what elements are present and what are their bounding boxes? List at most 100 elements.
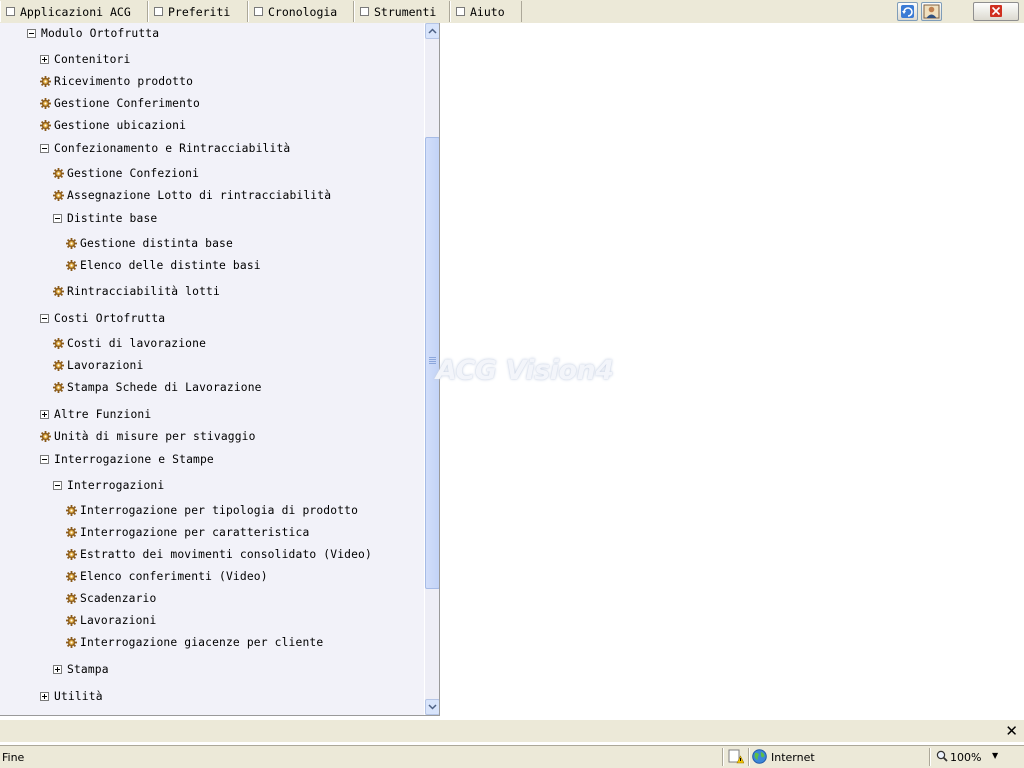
zoom-dropdown-icon[interactable]: ▼	[992, 751, 998, 760]
tree-node-label: Gestione Confezioni	[67, 166, 200, 180]
tree-node-label: Contenitori	[54, 52, 131, 66]
tree-item-gestione-confezioni[interactable]: Gestione Confezioni	[53, 165, 199, 181]
tree-node-label: Rintracciabilità lotti	[67, 284, 220, 298]
tree-item-rintracciabilit-lotti[interactable]: Rintracciabilità lotti	[53, 283, 220, 299]
security-warning-icon[interactable]	[728, 749, 745, 764]
tree-item-ricevimento-prodotto[interactable]: Ricevimento prodotto	[40, 73, 193, 89]
collapse-minus-icon[interactable]	[40, 313, 49, 323]
collapse-minus-icon[interactable]	[40, 454, 49, 464]
tree-node-label: Lavorazioni	[67, 358, 144, 372]
tree-node-label: Costi Ortofrutta	[54, 311, 166, 325]
menu-strumenti[interactable]: Strumenti	[354, 1, 450, 22]
gear-icon	[66, 592, 77, 604]
expand-plus-icon[interactable]	[53, 664, 62, 674]
menu-label: Applicazioni ACG	[20, 4, 131, 19]
user-icon	[923, 4, 940, 19]
collapse-minus-icon[interactable]	[40, 143, 49, 153]
tree-item-unit-di-misure-per-stivaggio[interactable]: Unità di misure per stivaggio	[40, 428, 256, 444]
tree-node-label: Confezionamento e Rintracciabilità	[54, 141, 291, 155]
gear-icon	[66, 548, 77, 560]
gear-icon	[53, 359, 64, 371]
menu-cronologia[interactable]: Cronologia	[248, 1, 354, 22]
security-zone-label[interactable]: Internet	[771, 751, 815, 764]
tree-folder-interrogazione-e-stampe[interactable]: Interrogazione e Stampe	[40, 451, 214, 467]
menu-label: Strumenti	[374, 4, 437, 19]
tree-node-label: Interrogazione giacenze per cliente	[80, 635, 324, 649]
gear-icon	[40, 430, 51, 442]
tree-folder-stampa[interactable]: Stampa	[53, 661, 109, 677]
tree-node-label: Modulo Ortofrutta	[41, 26, 160, 40]
refresh-button[interactable]	[897, 2, 918, 21]
tree-folder-confezionamento-e-rintracciabilit[interactable]: Confezionamento e Rintracciabilità	[40, 140, 290, 156]
notification-close-icon[interactable]: ✕	[1005, 722, 1018, 740]
menu-label: Aiuto	[470, 4, 505, 19]
gear-icon	[40, 97, 51, 109]
menu-label: Preferiti	[168, 4, 231, 19]
tree-item-gestione-conferimento[interactable]: Gestione Conferimento	[40, 95, 200, 111]
checkbox-icon	[456, 7, 465, 16]
notification-bar: ✕	[0, 720, 1024, 742]
gear-icon	[66, 614, 77, 626]
tree-folder-altre-funzioni[interactable]: Altre Funzioni	[40, 406, 151, 422]
checkbox-icon	[154, 7, 163, 16]
zoom-level[interactable]: 100%	[950, 751, 981, 764]
menu-preferiti[interactable]: Preferiti	[148, 1, 248, 22]
tree-node-label: Costi di lavorazione	[67, 336, 207, 350]
tree-item-gestione-ubicazioni[interactable]: Gestione ubicazioni	[40, 117, 186, 133]
collapse-minus-icon[interactable]	[27, 28, 36, 38]
gear-icon	[66, 570, 77, 582]
gear-icon	[40, 75, 51, 87]
tree-node-label: Interrogazione per tipologia di prodotto	[80, 503, 359, 517]
expand-plus-icon[interactable]	[40, 54, 49, 64]
gear-icon	[66, 636, 77, 648]
tree-node-label: Stampa Schede di Lavorazione	[67, 380, 262, 394]
gear-icon	[53, 285, 64, 297]
tree-item-scadenzario[interactable]: Scadenzario	[66, 590, 156, 606]
tree-folder-costi-ortofrutta[interactable]: Costi Ortofrutta	[40, 310, 165, 326]
gear-icon	[66, 237, 77, 249]
menu-bar: Applicazioni ACG Preferiti Cronologia St…	[0, 0, 1024, 23]
menu-aiuto[interactable]: Aiuto	[450, 1, 522, 22]
status-separator	[722, 748, 724, 766]
tree-node-label: Altre Funzioni	[54, 407, 152, 421]
tree-item-stampa-schede-di-lavorazione[interactable]: Stampa Schede di Lavorazione	[53, 379, 262, 395]
expand-plus-icon[interactable]	[40, 691, 49, 701]
tree-node-label: Lavorazioni	[80, 613, 157, 627]
tree-node-label: Utilità	[54, 689, 103, 703]
tree-folder-modulo-ortofrutta[interactable]: Modulo Ortofrutta	[27, 25, 159, 41]
tree-item-lavorazioni[interactable]: Lavorazioni	[53, 357, 143, 373]
tree-folder-utilit[interactable]: Utilità	[40, 688, 103, 704]
tree-node-label: Interrogazioni	[67, 478, 165, 492]
tree-item-lavorazioni[interactable]: Lavorazioni	[66, 612, 156, 628]
tree-item-interrogazione-giacenze-per-cliente[interactable]: Interrogazione giacenze per cliente	[66, 634, 323, 650]
scroll-up-button[interactable]	[425, 23, 440, 39]
gear-icon	[53, 189, 64, 201]
status-separator	[929, 748, 931, 766]
tree-item-interrogazione-per-tipologia-di-prodotto[interactable]: Interrogazione per tipologia di prodotto	[66, 502, 358, 518]
collapse-minus-icon[interactable]	[53, 480, 62, 490]
user-button[interactable]	[921, 2, 942, 21]
menu-applicazioni-acg[interactable]: Applicazioni ACG	[0, 1, 148, 22]
scroll-down-button[interactable]	[425, 699, 440, 715]
tree-node-label: Scadenzario	[80, 591, 157, 605]
tree-item-elenco-conferimenti-video[interactable]: Elenco conferimenti (Video)	[66, 568, 268, 584]
tree-node-label: Interrogazione e Stampe	[54, 452, 214, 466]
tree-item-elenco-delle-distinte-basi[interactable]: Elenco delle distinte basi	[66, 257, 261, 273]
tree-item-interrogazione-per-caratteristica[interactable]: Interrogazione per caratteristica	[66, 524, 309, 540]
globe-icon	[752, 749, 767, 764]
tree-item-estratto-dei-movimenti-consolidato-video[interactable]: Estratto dei movimenti consolidato (Vide…	[66, 546, 372, 562]
tree-item-gestione-distinta-base[interactable]: Gestione distinta base	[66, 235, 233, 251]
tree-node-label: Estratto dei movimenti consolidato (Vide…	[80, 547, 372, 561]
gear-icon	[66, 526, 77, 538]
watermark-logo: ACG Vision4	[436, 355, 614, 386]
tree-item-assegnazione-lotto-di-rintracciabilit[interactable]: Assegnazione Lotto di rintracciabilità	[53, 187, 331, 203]
collapse-minus-icon[interactable]	[53, 213, 62, 223]
tree-folder-contenitori[interactable]: Contenitori	[40, 51, 130, 67]
gear-icon	[66, 259, 77, 271]
close-app-button[interactable]	[973, 2, 1019, 21]
tree-item-costi-di-lavorazione[interactable]: Costi di lavorazione	[53, 335, 206, 351]
expand-plus-icon[interactable]	[40, 409, 49, 419]
tree-folder-distinte-base[interactable]: Distinte base	[53, 210, 157, 226]
scroll-grip	[429, 357, 436, 365]
tree-folder-interrogazioni[interactable]: Interrogazioni	[53, 477, 164, 493]
